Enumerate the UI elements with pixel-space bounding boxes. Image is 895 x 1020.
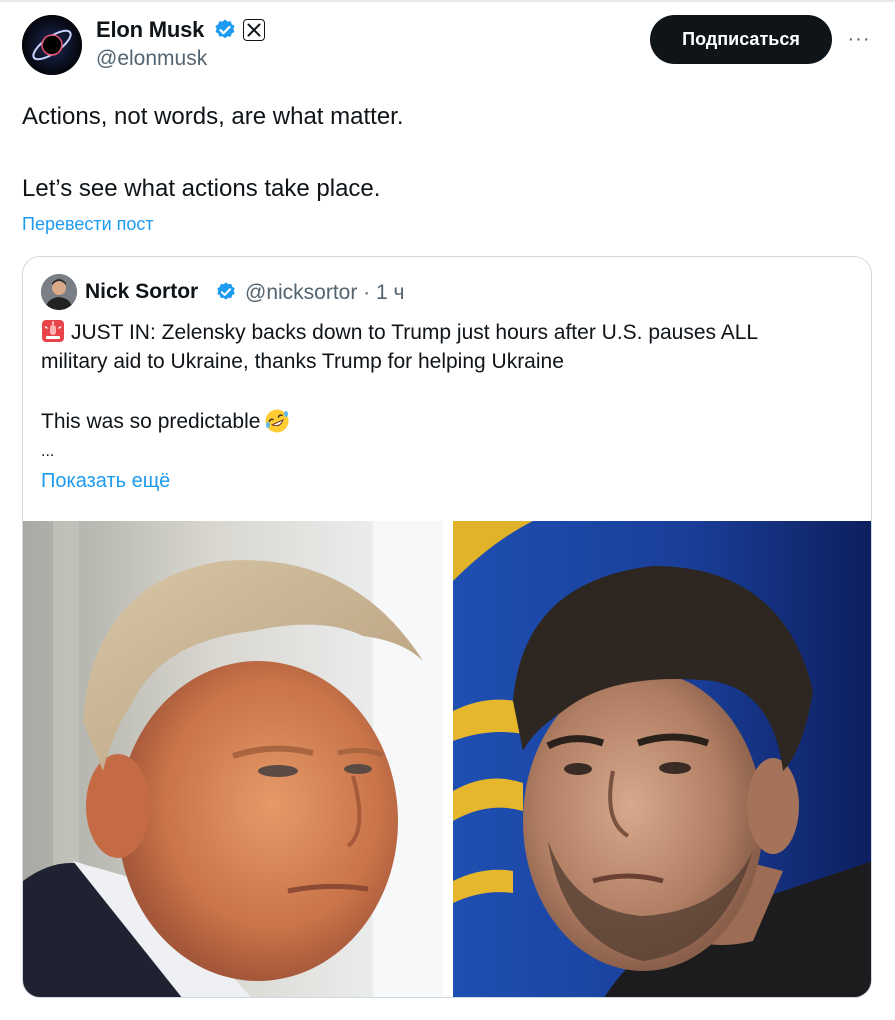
photo-right[interactable]: [453, 521, 871, 997]
post-text-line-2: Let’s see what actions take place.: [22, 175, 381, 202]
quoted-verified-badge-icon: [217, 282, 235, 300]
top-border: [0, 0, 895, 2]
quoted-text-line-1: JUST IN: Zelensky backs down to Trump ju…: [41, 318, 851, 348]
post-text-line-1: Actions, not words, are what matter.: [22, 103, 404, 130]
author-name[interactable]: Elon Musk: [96, 17, 204, 43]
quoted-media[interactable]: [23, 521, 871, 997]
x-affiliation-icon: [243, 19, 265, 41]
show-more-link[interactable]: Показать ещё: [41, 470, 170, 493]
more-options-icon[interactable]: ···: [843, 23, 875, 55]
quoted-text-line-3-content: This was so predictable: [41, 410, 261, 433]
quoted-handle-and-time[interactable]: @nicksortor · 1 ч: [245, 281, 404, 305]
quoted-post-card[interactable]: Nick Sortor @nicksortor · 1 ч JUST IN: Z…: [22, 256, 872, 998]
photo-divider: [443, 521, 453, 997]
avatar-image: [22, 15, 82, 75]
subscribe-button[interactable]: Подписаться: [650, 15, 832, 64]
portrait-photo-right: [453, 521, 871, 997]
translate-post-link[interactable]: Перевести пост: [22, 214, 154, 235]
quoted-text-line-1-content: JUST IN: Zelensky backs down to Trump ju…: [71, 321, 759, 344]
verified-badge-icon: [215, 19, 235, 39]
quoted-avatar-image: [41, 274, 77, 310]
portrait-photo-left: [23, 521, 443, 997]
author-handle[interactable]: @elonmusk: [96, 47, 207, 71]
photo-left[interactable]: [23, 521, 443, 997]
rolling-laughing-emoji-icon: [265, 409, 289, 433]
quoted-text-line-2: military aid to Ukraine, thanks Trump fo…: [41, 350, 564, 373]
truncation-ellipsis: ...: [41, 443, 55, 460]
quoted-author-avatar[interactable]: [41, 274, 77, 310]
quoted-text-line-3: This was so predictable: [41, 407, 851, 437]
siren-icon: [42, 320, 64, 342]
author-avatar[interactable]: [22, 15, 82, 75]
quoted-author-name[interactable]: Nick Sortor: [85, 280, 198, 304]
